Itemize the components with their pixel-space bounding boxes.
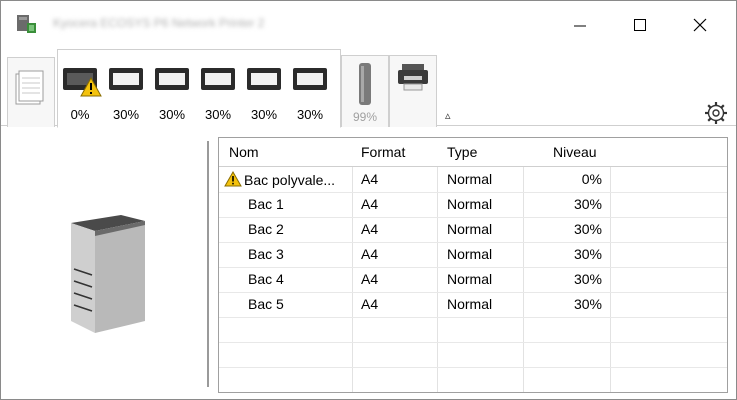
cell-type: Normal xyxy=(447,221,493,237)
header-level[interactable]: Niveau xyxy=(553,144,597,160)
tray-level: 0% xyxy=(70,107,90,122)
title-bar: Kyocera ECOSYS P6 Network Printer 2 xyxy=(1,1,736,47)
cell-type: Normal xyxy=(447,296,493,312)
cell-level: 0% xyxy=(581,171,602,187)
tab-paper[interactable] xyxy=(7,57,55,127)
tab-toner[interactable]: 99% xyxy=(341,55,389,127)
warning-icon xyxy=(224,171,242,187)
tray-item: 0% xyxy=(62,65,102,122)
cell-format: A4 xyxy=(361,271,379,287)
pane-splitter[interactable] xyxy=(207,141,209,387)
cell-type: Normal xyxy=(447,196,493,212)
header-name[interactable]: Nom xyxy=(229,144,259,160)
tray-item: 30% xyxy=(200,65,236,122)
tray-level: 30% xyxy=(296,107,324,122)
toner-cartridge-icon xyxy=(359,63,371,105)
tray-level: 30% xyxy=(204,107,232,122)
table-row-empty xyxy=(219,367,727,392)
cell-format: A4 xyxy=(361,246,379,262)
multifunction-printer-icon xyxy=(398,64,428,91)
close-icon xyxy=(693,18,707,32)
table-row[interactable]: Bac polyvale... A4 Normal 0% xyxy=(219,167,727,193)
cell-level: 30% xyxy=(573,271,602,287)
table-row-empty xyxy=(219,317,727,343)
table-row[interactable]: Bac 3 A4 Normal 30% xyxy=(219,242,727,268)
cell-level: 30% xyxy=(573,246,602,262)
tray-item: 30% xyxy=(108,65,144,122)
tray-level: 30% xyxy=(158,107,186,122)
close-button[interactable] xyxy=(677,9,723,41)
cell-type: Normal xyxy=(447,171,493,187)
table-row[interactable]: Bac 1 A4 Normal 30% xyxy=(219,192,727,218)
tray-icon xyxy=(247,68,281,90)
printer-app-icon xyxy=(17,15,36,33)
cell-type: Normal xyxy=(447,246,493,262)
cell-name: Bac 3 xyxy=(248,246,284,262)
header-format[interactable]: Format xyxy=(361,144,405,160)
header-type[interactable]: Type xyxy=(447,144,477,160)
cell-level: 30% xyxy=(573,196,602,212)
cell-name-text: Bac polyvale... xyxy=(244,172,336,188)
cell-format: A4 xyxy=(361,196,379,212)
tray-table: Nom Format Type Niveau Bac polyvale... A… xyxy=(218,137,728,393)
printer-illustration xyxy=(71,215,145,333)
cell-format: A4 xyxy=(361,296,379,312)
table-row[interactable]: Bac 5 A4 Normal 30% xyxy=(219,292,727,318)
cell-name: Bac 4 xyxy=(248,271,284,287)
tray-icon xyxy=(109,68,143,90)
printer-status-window: Kyocera ECOSYS P6 Network Printer 2 0% 3… xyxy=(0,0,737,400)
settings-gear-icon[interactable] xyxy=(704,101,728,125)
tray-item: 30% xyxy=(246,65,282,122)
tab-trays[interactable]: 0% 30% 30% 30% 30% 30% xyxy=(57,49,341,128)
cell-format: A4 xyxy=(361,221,379,237)
warning-icon xyxy=(80,77,102,97)
cell-name: Bac 2 xyxy=(248,221,284,237)
minimize-icon xyxy=(574,25,586,27)
cell-name: Bac 5 xyxy=(248,296,284,312)
tray-icon xyxy=(201,68,235,90)
window-title: Kyocera ECOSYS P6 Network Printer 2 xyxy=(53,16,265,30)
collapse-caret-icon[interactable]: ▵ xyxy=(445,109,451,122)
paper-stack-icon xyxy=(15,70,44,105)
status-tabs: 0% 30% 30% 30% 30% 30% 99% ▵ xyxy=(1,47,736,128)
table-row-empty xyxy=(219,342,727,368)
minimize-button[interactable] xyxy=(557,9,603,41)
cell-type: Normal xyxy=(447,271,493,287)
tray-icon xyxy=(155,68,189,90)
toner-level: 99% xyxy=(352,110,378,124)
cell-name: Bac polyvale... xyxy=(224,171,335,188)
cell-name: Bac 1 xyxy=(248,196,284,212)
tray-item: 30% xyxy=(292,65,328,122)
cell-level: 30% xyxy=(573,296,602,312)
maximize-button[interactable] xyxy=(617,9,663,41)
table-row[interactable]: Bac 4 A4 Normal 30% xyxy=(219,267,727,293)
cell-level: 30% xyxy=(573,221,602,237)
tray-level: 30% xyxy=(250,107,278,122)
tab-device[interactable] xyxy=(389,55,437,127)
maximize-icon xyxy=(634,19,646,31)
tray-item: 30% xyxy=(154,65,190,122)
table-row[interactable]: Bac 2 A4 Normal 30% xyxy=(219,217,727,243)
table-header: Nom Format Type Niveau xyxy=(219,138,727,167)
cell-format: A4 xyxy=(361,171,379,187)
tray-icon xyxy=(293,68,327,90)
tray-level: 30% xyxy=(112,107,140,122)
